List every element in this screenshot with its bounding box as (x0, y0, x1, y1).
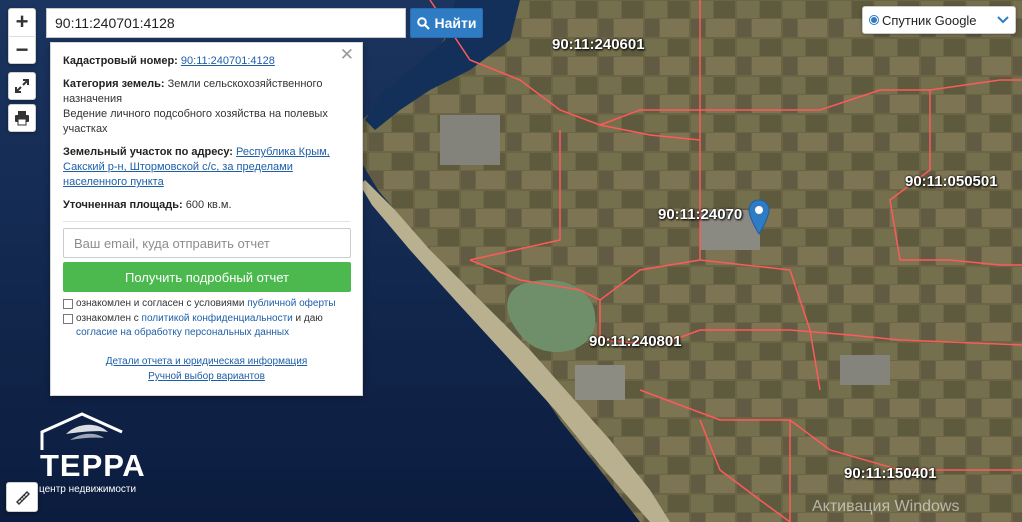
parcel-label[interactable]: 90:11:150401 (844, 465, 937, 482)
area-value: 600 кв.м. (185, 199, 232, 211)
cadastral-row: Кадастровый номер: 90:11:240701:4128 (63, 54, 350, 69)
expand-icon (15, 79, 29, 93)
address-row: Земельный участок по адресу: Республика … (63, 145, 350, 190)
parcel-label[interactable]: 90:11:24070 (658, 206, 742, 223)
search-icon (416, 16, 430, 30)
windows-activation-watermark: Активация Windows (812, 498, 960, 515)
radio-selected-icon (869, 15, 879, 25)
zoom-control: + − (8, 8, 36, 64)
personal-data-consent-link[interactable]: согласие на обработку персональных данны… (76, 327, 289, 338)
consent-privacy-row: ознакомлен с политикой конфиденциальност… (63, 312, 350, 340)
layer-select-value: Спутник Google (882, 12, 977, 28)
parcel-label[interactable]: 90:11:050501 (905, 173, 998, 190)
area-label: Уточненная площадь: (63, 199, 183, 211)
printer-icon (15, 111, 29, 126)
print-button[interactable] (8, 104, 36, 132)
consent-offer-label: ознакомлен и согласен с условиями (76, 298, 245, 309)
public-offer-link[interactable]: публичной оферты (247, 298, 335, 309)
chevron-down-icon (997, 16, 1009, 24)
zoom-out-button[interactable]: − (8, 37, 36, 64)
parcel-info-panel: ✕ Кадастровый номер: 90:11:240701:4128 К… (50, 42, 363, 396)
ruler-icon (16, 491, 30, 505)
address-label: Земельный участок по адресу: (63, 146, 233, 158)
terra-logo: ТЕРРА центр недвижимости (32, 410, 172, 496)
divider (63, 221, 350, 222)
panel-links: Детали отчета и юридическая информация Р… (63, 354, 350, 384)
cadastral-label: Кадастровый номер: (63, 55, 178, 67)
consent-privacy-label: ознакомлен с (76, 313, 139, 324)
consent-offer-row: ознакомлен и согласен с условиями публич… (63, 297, 350, 311)
consent-offer-checkbox[interactable] (63, 299, 73, 309)
email-field[interactable] (63, 228, 351, 258)
search-input[interactable] (46, 8, 406, 38)
area-row: Уточненная площадь: 600 кв.м. (63, 198, 350, 213)
consent-offer-text: ознакомлен и согласен с условиями публич… (76, 297, 336, 311)
usage-value: Ведение личного подсобного хозяйства на … (63, 108, 328, 135)
zoom-in-button[interactable]: + (8, 9, 36, 37)
manual-selection-link[interactable]: Ручной выбор вариантов (148, 371, 265, 382)
consent-privacy-checkbox[interactable] (63, 314, 73, 324)
consent-privacy-text: ознакомлен с политикой конфиденциальност… (76, 312, 350, 340)
logo-tagline: центр недвижимости (39, 484, 137, 495)
privacy-policy-link[interactable]: политикой конфиденциальности (142, 313, 293, 324)
parcel-label[interactable]: 90:11:240801 (589, 333, 682, 350)
category-row: Категория земель: Земли сельскохозяйстве… (63, 77, 350, 137)
parcel-label[interactable]: 90:11:240601 (552, 36, 645, 53)
search-button[interactable]: Найти (410, 8, 483, 38)
search-button-label: Найти (434, 15, 477, 31)
consent-privacy-mid: и даю (295, 313, 323, 324)
fullscreen-button[interactable] (8, 72, 36, 100)
location-marker-icon[interactable] (748, 199, 770, 235)
logo-name: ТЕРРА (40, 448, 146, 483)
category-label: Категория земель: (63, 78, 165, 90)
cadastral-link[interactable]: 90:11:240701:4128 (181, 55, 275, 67)
report-details-link[interactable]: Детали отчета и юридическая информация (106, 356, 308, 367)
close-icon[interactable]: ✕ (340, 46, 354, 63)
get-report-button[interactable]: Получить подробный отчет (63, 262, 351, 292)
layer-select[interactable]: Спутник Google (862, 6, 1016, 34)
